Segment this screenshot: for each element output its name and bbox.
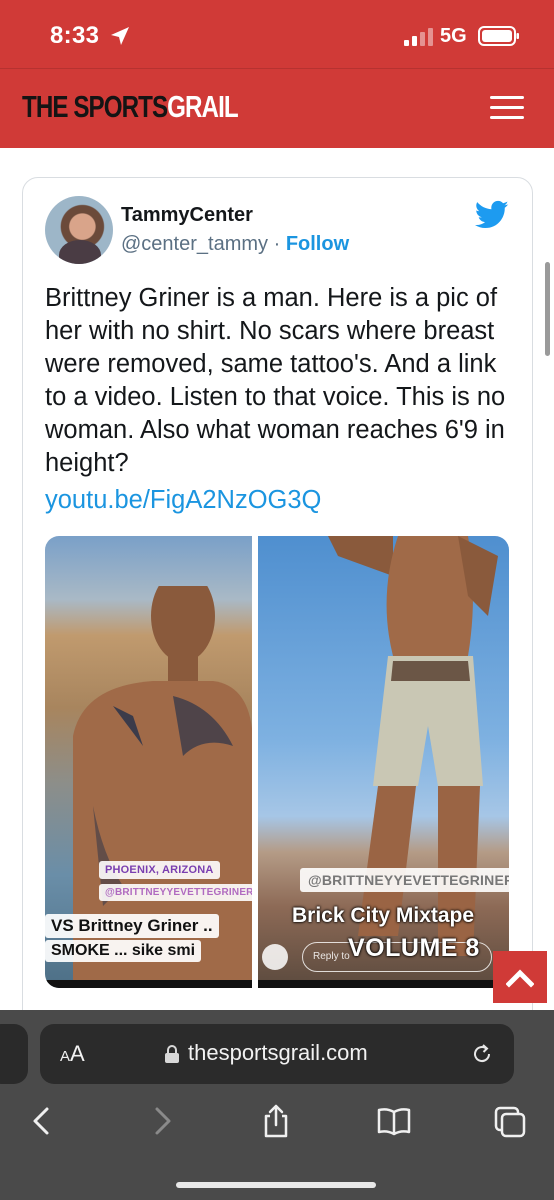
home-indicator: [176, 1182, 376, 1188]
caption-left-line-1: VS Brittney Griner ..: [45, 914, 219, 938]
caption-left-line-2: SMOKE ... sike smi: [45, 940, 202, 962]
forward-arrow-icon[interactable]: [144, 1104, 180, 1138]
caption-right-line-1: Brick City Mixtape: [292, 904, 475, 927]
twitter-bird-icon[interactable]: [475, 200, 509, 230]
network-label: 5G: [440, 25, 467, 47]
location-sticker: PHOENIX, ARIZONA: [99, 861, 220, 879]
address-bar[interactable]: AA thesportsgrail.com: [40, 1024, 514, 1084]
avatar[interactable]: [45, 196, 113, 264]
location-arrow-icon: [111, 27, 129, 45]
tweet-text: Brittney Griner is a man. Here is a pic …: [45, 284, 506, 477]
browser-toolbar: AA thesportsgrail.com: [0, 1010, 554, 1200]
back-arrow-icon[interactable]: [24, 1104, 60, 1138]
tweet-image-left[interactable]: PHOENIX, ARIZONA @BRITTNEYYEVETTEGRINER …: [45, 536, 252, 988]
page-scrollbar[interactable]: [545, 262, 550, 356]
hamburger-menu-icon[interactable]: [490, 96, 524, 120]
media-bottom-bar-left: [45, 980, 252, 988]
username-sticker-left: @BRITTNEYYEVETTEGRINER: [99, 884, 252, 901]
share-icon[interactable]: [258, 1104, 294, 1138]
back-to-top-button[interactable]: [493, 951, 547, 1003]
follow-button[interactable]: Follow: [286, 233, 349, 255]
tweet-link[interactable]: youtu.be/FigA2NzOG3Q: [45, 486, 321, 515]
logo-text-accent: GRAIL: [167, 89, 238, 124]
tabs-icon[interactable]: [492, 1104, 528, 1138]
embedded-tweet[interactable]: TammyCenter @center_tammy · Follow Britt…: [22, 177, 533, 1037]
username-sticker-right: @BRITTNEYYEVETTEGRINER: [300, 868, 509, 892]
text-size-button[interactable]: AA: [60, 1041, 85, 1067]
tweet-media[interactable]: PHOENIX, ARIZONA @BRITTNEYYEVETTEGRINER …: [45, 536, 509, 988]
tweet-image-right[interactable]: @BRITTNEYYEVETTEGRINER Brick City Mixtap…: [258, 536, 509, 988]
signal-icon: [404, 28, 433, 46]
caption-right-line-2: VOLUME 8: [348, 934, 480, 962]
tweet-handle[interactable]: @center_tammy: [121, 233, 268, 255]
lock-icon: [165, 1045, 179, 1063]
status-time: 8:33: [50, 22, 100, 49]
logo-text-primary: THE SPORTS: [22, 89, 168, 124]
site-header: THE SPORTS GRAIL: [0, 68, 554, 148]
tweet-user-name[interactable]: TammyCenter: [121, 204, 253, 227]
reload-icon[interactable]: [470, 1042, 494, 1066]
battery-icon: [478, 26, 519, 46]
handle-separator: ·: [273, 233, 281, 255]
url-text[interactable]: thesportsgrail.com: [188, 1040, 368, 1066]
camera-icon: [262, 944, 288, 970]
previous-tab-preview[interactable]: [0, 1024, 28, 1084]
media-bottom-bar-right: [258, 980, 509, 988]
tweet-user-handle-row: @center_tammy · Follow: [121, 233, 349, 256]
bookmarks-icon[interactable]: [376, 1104, 412, 1138]
chevron-up-icon: [506, 969, 534, 988]
site-logo[interactable]: THE SPORTS GRAIL: [22, 89, 239, 129]
status-bar: 8:33 5G: [0, 0, 554, 68]
